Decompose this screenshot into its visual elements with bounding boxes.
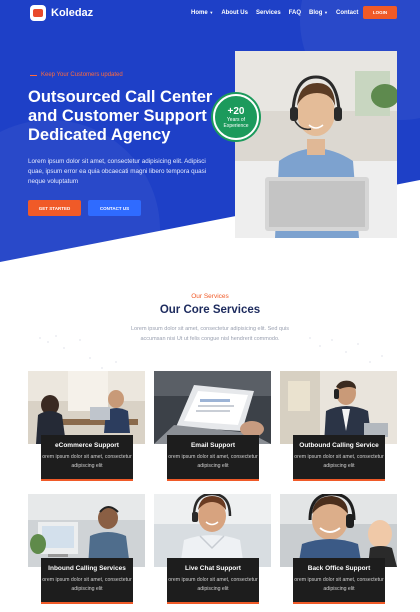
service-photo <box>280 371 397 444</box>
service-card-livechat[interactable]: Live Chat Support orem ipsum dolor sit a… <box>154 494 271 610</box>
service-photo <box>28 494 145 567</box>
accent-bar <box>293 602 385 604</box>
hero-section: Koledaz Home ▼ About Us Services FAQ Blo… <box>0 0 420 262</box>
service-title: Inbound Calling Services <box>48 565 126 572</box>
badge-label: Years of Experience <box>223 116 249 129</box>
service-text: orem ipsum dolor sit amet, consectetur a… <box>42 577 132 592</box>
hero-photo-agent <box>235 51 397 238</box>
hero-kicker-text: Keep Your Customers updated <box>41 72 123 78</box>
chevron-down-icon: ▼ <box>209 10 214 15</box>
chevron-down-icon: ▼ <box>324 10 329 15</box>
nav-item-faq[interactable]: FAQ <box>289 10 301 16</box>
get-started-button[interactable]: GET STARTED <box>28 200 81 216</box>
service-photo <box>28 371 145 444</box>
service-text: orem ipsum dolor sit amet, consectetur a… <box>168 577 258 592</box>
brand-name: Koledaz <box>51 7 94 19</box>
service-photo <box>154 371 271 444</box>
service-text: orem ipsum dolor sit amet, consectetur a… <box>42 454 132 469</box>
accent-bar <box>293 479 385 481</box>
nav-item-contact[interactable]: Contact <box>336 10 358 16</box>
accent-bar <box>41 602 133 604</box>
hero-description: Lorem ipsum dolor sit amet, consectetur … <box>28 158 207 185</box>
service-title: eCommerce Support <box>55 442 119 449</box>
service-text: orem ipsum dolor sit amet, consectetur a… <box>294 577 384 592</box>
nav-item-services[interactable]: Services <box>256 10 281 16</box>
service-text: orem ipsum dolor sit amet, consectetur a… <box>294 454 384 469</box>
nav-item-about[interactable]: About Us <box>221 10 248 16</box>
chat-bubble-icon <box>30 5 46 21</box>
accent-bar <box>167 479 259 481</box>
service-card-body: Outbound Calling Service orem ipsum dolo… <box>293 435 385 481</box>
service-title: Email Support <box>190 442 236 449</box>
services-kicker: Our Services <box>191 293 229 300</box>
services-title: Our Core Services <box>159 304 261 316</box>
service-card-body: Email Support orem ipsum dolor sit amet,… <box>167 435 259 481</box>
accent-bar <box>41 479 133 481</box>
service-title: Back Office Support <box>307 565 371 572</box>
nav-item-blog[interactable]: Blog ▼ <box>309 10 328 16</box>
service-card-ecommerce[interactable]: eCommerce Support orem ipsum dolor sit a… <box>28 371 145 487</box>
contact-us-button[interactable]: CONTACT US <box>88 200 141 216</box>
service-title: Live Chat Support <box>185 565 241 572</box>
brand-logo[interactable]: Koledaz <box>30 5 93 21</box>
service-card-outbound[interactable]: Outbound Calling Service orem ipsum dolo… <box>280 371 397 487</box>
login-button[interactable]: LOGIN <box>363 6 397 19</box>
experience-badge: +20 Years of Experience <box>213 94 259 140</box>
accent-bar <box>167 602 259 604</box>
service-card-body: Back Office Support orem ipsum dolor sit… <box>293 558 385 604</box>
hero-kicker: Keep Your Customers updated <box>30 72 123 78</box>
service-card-body: Inbound Calling Services orem ipsum dolo… <box>41 558 133 604</box>
service-card-inbound[interactable]: Inbound Calling Services orem ipsum dolo… <box>28 494 145 610</box>
service-card-email[interactable]: Email Support orem ipsum dolor sit amet,… <box>154 371 271 487</box>
service-card-body: eCommerce Support orem ipsum dolor sit a… <box>41 435 133 481</box>
service-photo <box>154 494 271 567</box>
service-text: orem ipsum dolor sit amet, consectetur a… <box>168 454 258 469</box>
nav-item-home[interactable]: Home ▼ <box>191 10 213 16</box>
kicker-line <box>30 74 37 76</box>
services-description: Lorem ipsum dolor sit amet, consectetur … <box>130 326 290 342</box>
service-photo <box>280 494 397 567</box>
service-card-backoffice[interactable]: Back Office Support orem ipsum dolor sit… <box>280 494 397 610</box>
service-title: Outbound Calling Service <box>299 442 379 449</box>
badge-number: +20 <box>227 105 245 117</box>
hero-title: Outsourced Call Center and Customer Supp… <box>28 88 213 144</box>
service-card-body: Live Chat Support orem ipsum dolor sit a… <box>167 558 259 604</box>
nav-menu: Home ▼ About Us Services FAQ Blog ▼ Cont… <box>191 10 366 16</box>
navbar: Koledaz Home ▼ About Us Services FAQ Blo… <box>0 0 420 26</box>
